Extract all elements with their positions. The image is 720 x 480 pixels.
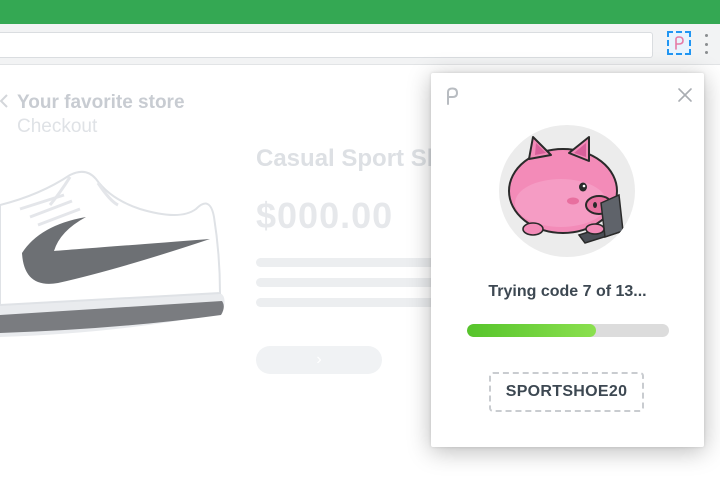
chevron-right-icon: › <box>316 351 322 368</box>
address-bar[interactable] <box>0 32 653 58</box>
browser-tab-strip <box>0 0 720 24</box>
mascot-illustration <box>499 125 635 257</box>
honey-logo-icon <box>447 87 459 105</box>
store-subtitle: Checkout <box>17 116 98 137</box>
product-price: $000.00 <box>256 195 394 236</box>
progress-bar <box>467 324 669 337</box>
pig-typing-laptop-icon <box>508 136 625 244</box>
browser-menu-button[interactable] <box>700 34 712 54</box>
back-chevron-icon[interactable] <box>0 94 8 108</box>
description-line <box>256 258 446 267</box>
store-name: Your favorite store <box>17 92 185 113</box>
checkout-button[interactable]: › <box>256 346 382 374</box>
progress-bar-fill <box>467 324 597 337</box>
browser-toolbar <box>0 24 720 65</box>
kebab-menu-icon <box>704 34 708 37</box>
sneaker-product-image <box>0 170 225 337</box>
description-line <box>256 298 446 307</box>
coupon-code[interactable]: SPORTSHOE20 <box>489 372 644 412</box>
product-title: Casual Sport Sh <box>256 145 442 172</box>
close-icon[interactable] <box>677 87 693 103</box>
honey-popup: Trying code 7 of 13... SPORTSHOE20 <box>431 73 704 447</box>
honey-p-icon <box>675 36 684 50</box>
description-line <box>256 278 446 287</box>
status-text: Trying code 7 of 13... <box>488 283 647 300</box>
honey-extension-button[interactable] <box>667 31 691 55</box>
